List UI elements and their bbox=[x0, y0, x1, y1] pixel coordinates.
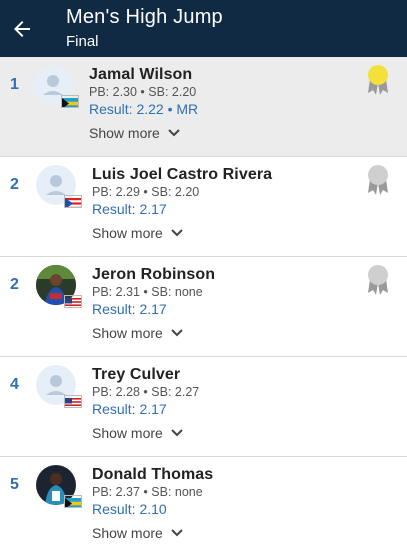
athlete-result: Result: 2.10 bbox=[92, 501, 167, 517]
athlete-stats: PB: 2.37 • SB: none bbox=[92, 485, 203, 499]
show-more-label: Show more bbox=[92, 225, 163, 241]
page-subtitle: Final bbox=[66, 33, 99, 50]
show-more-button[interactable]: Show more bbox=[92, 425, 183, 441]
athlete-stats: PB: 2.29 • SB: 2.20 bbox=[92, 185, 200, 199]
bahamas-flag-icon bbox=[61, 95, 79, 108]
usa-flag-icon bbox=[64, 295, 82, 308]
athlete-stats: PB: 2.31 • SB: none bbox=[92, 285, 203, 299]
app-header: Men's High Jump Final bbox=[0, 0, 407, 57]
athlete-result: Result: 2.17 bbox=[92, 301, 167, 317]
show-more-label: Show more bbox=[92, 525, 163, 541]
result-row[interactable]: 1 Jamal Wilson PB: 2.30 • SB: 2.20 Resul… bbox=[0, 57, 407, 157]
athlete-name[interactable]: Donald Thomas bbox=[92, 466, 213, 484]
rank-number: 5 bbox=[10, 476, 19, 493]
show-more-label: Show more bbox=[92, 325, 163, 341]
show-more-button[interactable]: Show more bbox=[92, 225, 183, 241]
page-title: Men's High Jump bbox=[66, 6, 223, 28]
show-more-label: Show more bbox=[92, 425, 163, 441]
athlete-result: Result: 2.17 bbox=[92, 201, 167, 217]
athlete-name[interactable]: Jamal Wilson bbox=[89, 66, 192, 84]
athlete-stats: PB: 2.28 • SB: 2.27 bbox=[92, 385, 200, 399]
silver-medal-icon bbox=[368, 265, 388, 295]
athlete-name[interactable]: Jeron Robinson bbox=[92, 266, 215, 284]
athlete-name[interactable]: Trey Culver bbox=[92, 366, 180, 384]
chevron-down-icon bbox=[171, 329, 183, 337]
show-more-button[interactable]: Show more bbox=[89, 125, 180, 141]
back-arrow-icon[interactable] bbox=[10, 17, 34, 41]
rank-number: 1 bbox=[10, 76, 19, 93]
chevron-down-icon bbox=[168, 129, 180, 137]
athlete-result: Result: 2.22 • MR bbox=[89, 101, 199, 117]
usa-flag-icon bbox=[64, 395, 82, 408]
rank-number: 2 bbox=[10, 176, 19, 193]
result-row[interactable]: 5 Donald Thomas PB: 2.37 • SB: none Resu… bbox=[0, 457, 407, 556]
rank-number: 4 bbox=[10, 376, 19, 393]
gold-medal-icon bbox=[368, 65, 388, 95]
result-row[interactable]: 4 Trey Culver PB: 2.28 • SB: 2.27 Result… bbox=[0, 357, 407, 457]
chevron-down-icon bbox=[171, 429, 183, 437]
show-more-button[interactable]: Show more bbox=[92, 525, 183, 541]
athlete-stats: PB: 2.30 • SB: 2.20 bbox=[89, 85, 197, 99]
bahamas-flag-icon bbox=[64, 495, 82, 508]
results-list: 1 Jamal Wilson PB: 2.30 • SB: 2.20 Resul… bbox=[0, 57, 407, 556]
show-more-label: Show more bbox=[89, 125, 160, 141]
athlete-result: Result: 2.17 bbox=[92, 401, 167, 417]
chevron-down-icon bbox=[171, 229, 183, 237]
result-row[interactable]: 2 Jeron Robinson PB: 2.31 • SB: none Res… bbox=[0, 257, 407, 357]
rank-number: 2 bbox=[10, 276, 19, 293]
puerto-rico-flag-icon bbox=[64, 195, 82, 208]
chevron-down-icon bbox=[171, 529, 183, 537]
athlete-name[interactable]: Luis Joel Castro Rivera bbox=[92, 166, 272, 184]
result-row[interactable]: 2 Luis Joel Castro Rivera PB: 2.29 • SB:… bbox=[0, 157, 407, 257]
silver-medal-icon bbox=[368, 165, 388, 195]
show-more-button[interactable]: Show more bbox=[92, 325, 183, 341]
